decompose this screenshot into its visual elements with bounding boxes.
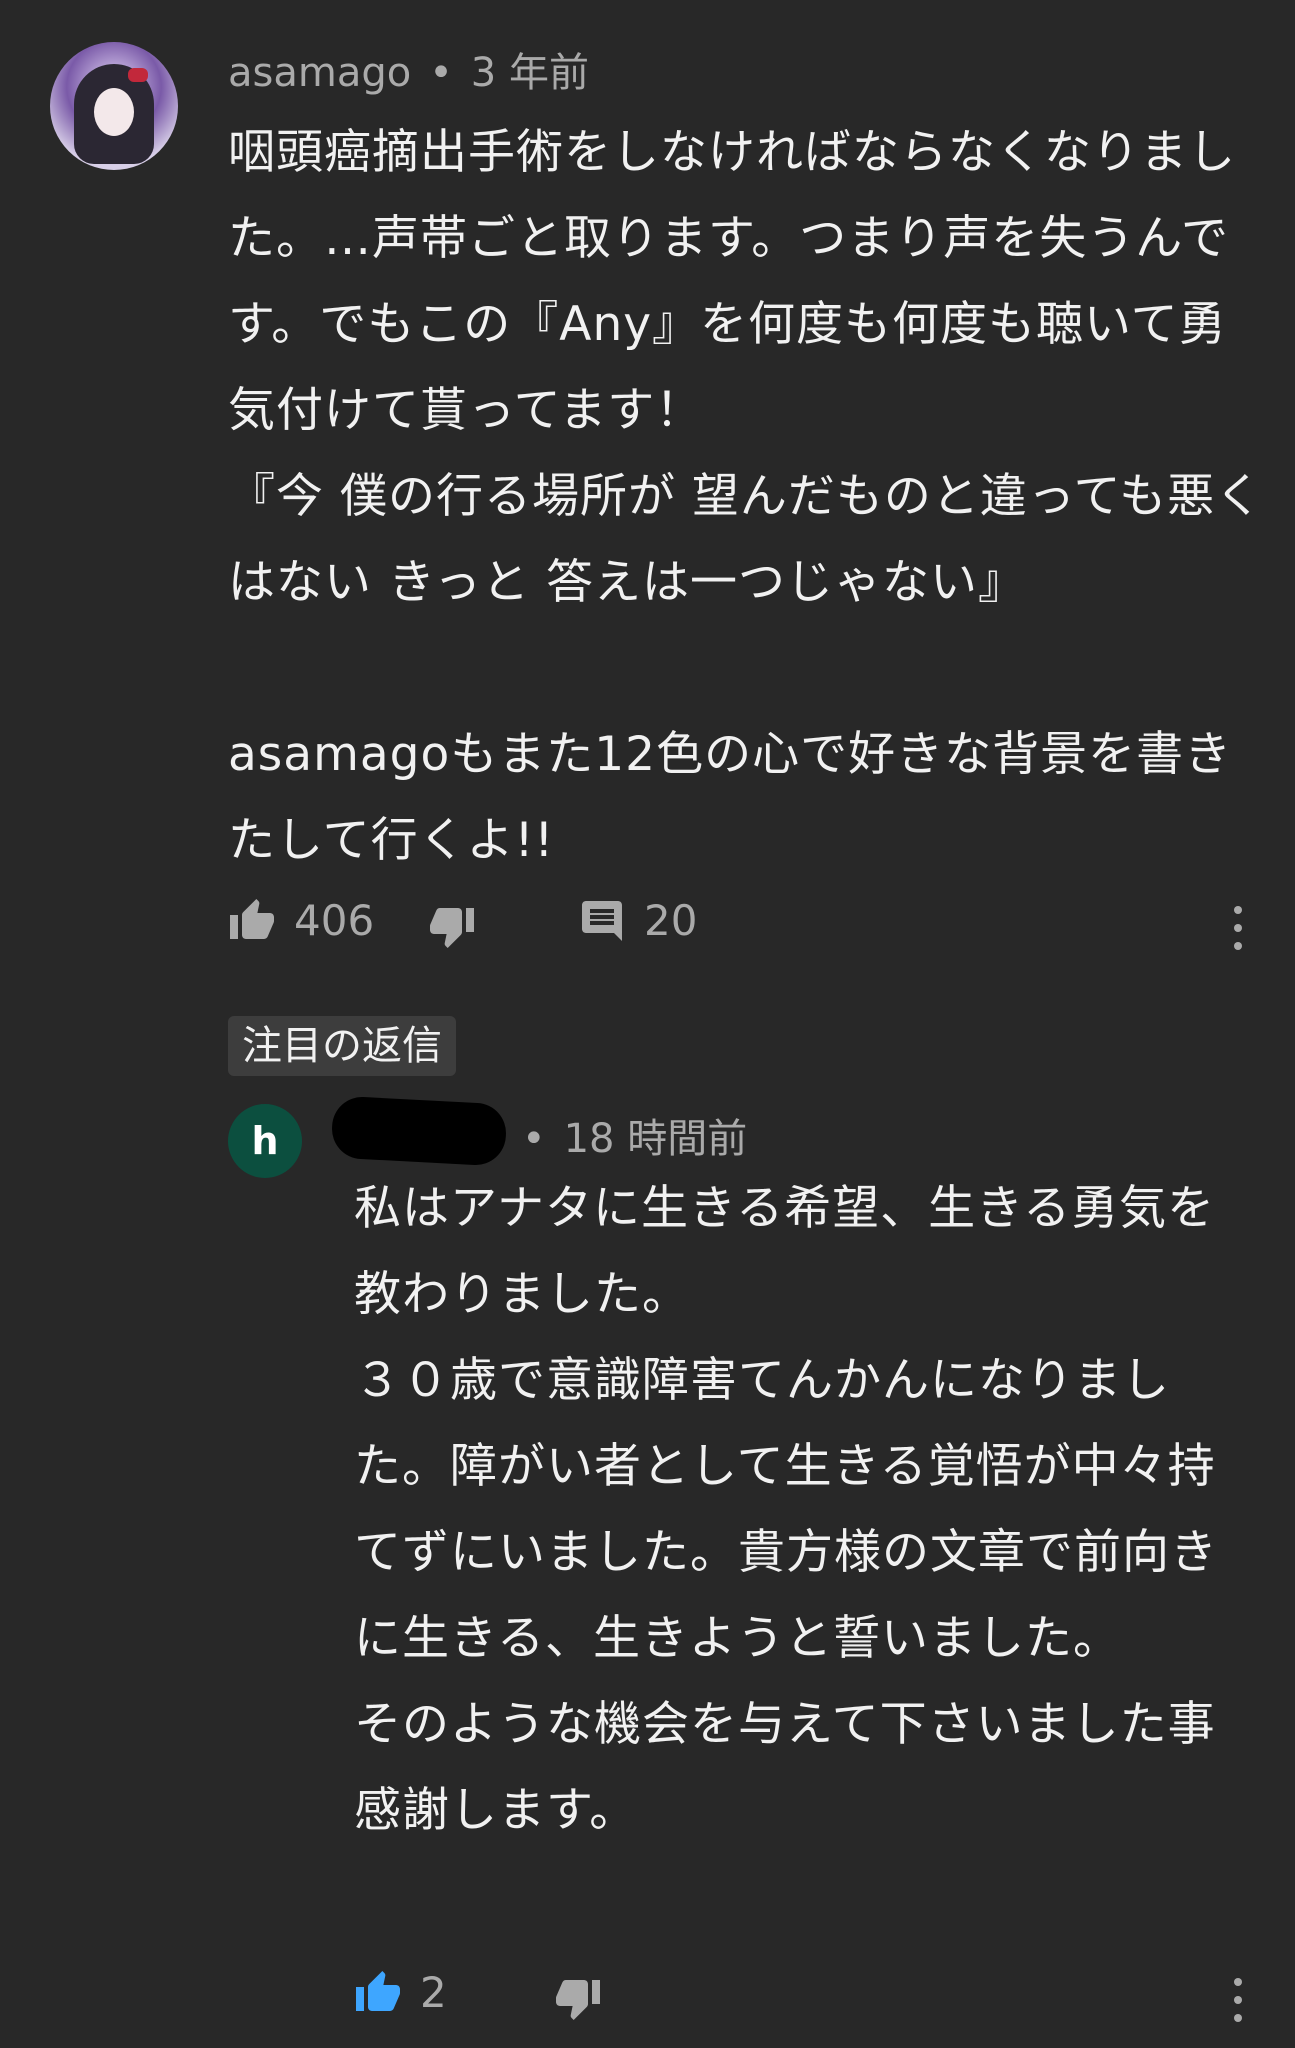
like-button[interactable]: 406: [228, 896, 374, 945]
reply-count: 20: [644, 896, 698, 945]
avatar-bow: [128, 68, 148, 82]
more-vert-icon[interactable]: [1232, 906, 1244, 950]
reply-meta: • 18 時間前: [522, 1106, 747, 1164]
reply-dislike-button[interactable]: [554, 1974, 602, 2022]
thumbs-up-icon: [228, 897, 276, 945]
more-vert-icon[interactable]: [1232, 1978, 1244, 2022]
thumbs-up-icon: [354, 1969, 402, 2017]
like-count: 406: [294, 896, 375, 945]
reply-avatar[interactable]: h: [228, 1104, 302, 1178]
avatar-face: [94, 88, 134, 136]
comment-icon: [578, 897, 626, 945]
comment-time: 3 年前: [470, 50, 589, 96]
thumbs-down-icon: [554, 1974, 602, 2022]
reply-actions: 2: [354, 1968, 1254, 2028]
author-avatar[interactable]: [50, 42, 178, 170]
thumbs-down-icon: [428, 902, 476, 950]
reply-count-button[interactable]: 20: [578, 896, 697, 945]
redacted-username: [330, 1095, 508, 1167]
reply-like-count: 2: [420, 1968, 447, 2017]
comment-actions: 406 20: [228, 896, 1268, 956]
author-name[interactable]: asamago: [228, 50, 411, 96]
dislike-button[interactable]: [428, 902, 476, 950]
comment-meta: asamago • 3 年前: [228, 40, 589, 98]
meta-separator: •: [429, 50, 453, 96]
reply-meta-separator: •: [522, 1116, 546, 1162]
reply-like-button[interactable]: 2: [354, 1968, 447, 2017]
reply-text: 私はアナタに生きる希望、生きる勇気を教わりました。 ３０歳で意識障害てんかんにな…: [354, 1181, 1218, 1838]
comment-text: 咽頭癌摘出手術をしなければならなくなりました。…声帯ごと取ります。つまり声を失う…: [228, 125, 1264, 868]
featured-reply-badge: 注目の返信: [228, 1016, 456, 1076]
reply-time: 18 時間前: [563, 1116, 748, 1162]
